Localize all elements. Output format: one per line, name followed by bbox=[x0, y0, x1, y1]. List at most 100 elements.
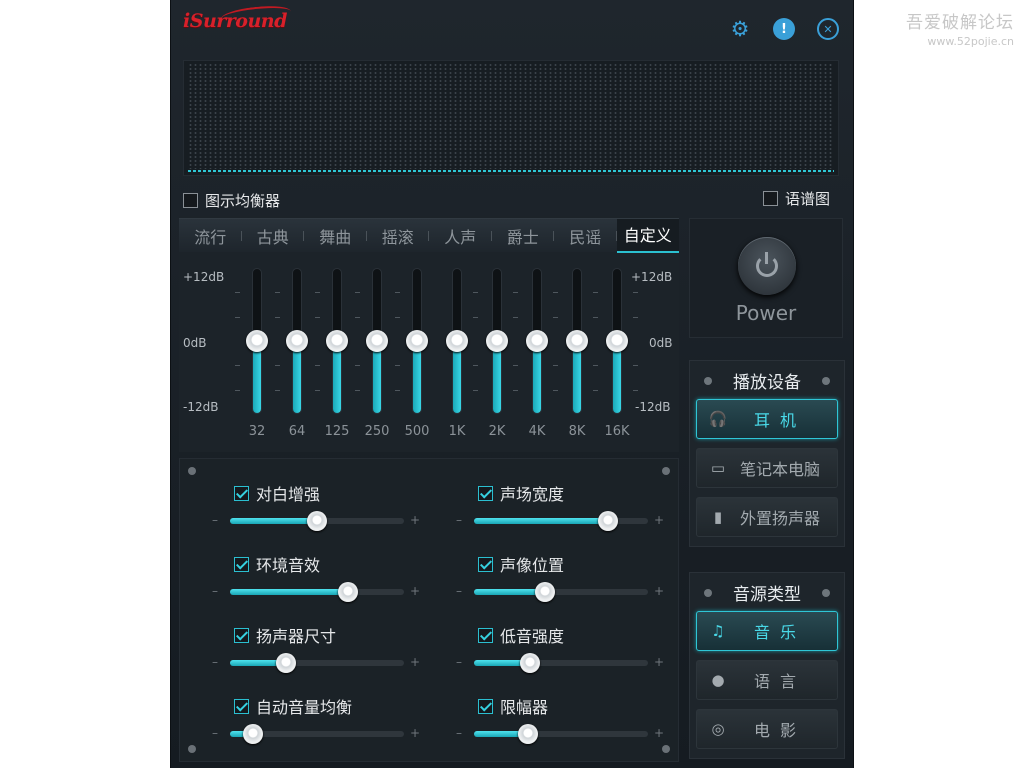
effect-slider-track[interactable] bbox=[474, 724, 648, 744]
db-max-left: +12dB bbox=[183, 270, 225, 284]
effect-slider-track[interactable] bbox=[230, 582, 404, 602]
eq-scale-tick bbox=[593, 292, 598, 294]
effect-slider[interactable]: – + bbox=[452, 724, 664, 744]
effect-slider-track[interactable] bbox=[474, 582, 648, 602]
spectrum-checkbox[interactable] bbox=[763, 191, 778, 206]
tab-preset[interactable]: 民谣 bbox=[554, 224, 617, 248]
eq-band-knob[interactable] bbox=[286, 330, 308, 352]
effect-label: 扬声器尺寸 bbox=[256, 627, 337, 646]
effect-slider-track[interactable] bbox=[474, 653, 648, 673]
effect-toggle[interactable]: 自动音量均衡 bbox=[234, 694, 352, 718]
effect-slider-track[interactable] bbox=[230, 724, 404, 744]
effect-checkbox[interactable] bbox=[478, 485, 493, 501]
source-type-option[interactable]: ◎ 电影 bbox=[696, 709, 838, 749]
effect-slider-knob[interactable] bbox=[242, 724, 263, 744]
eq-scale-tick bbox=[355, 316, 360, 318]
effect-toggle[interactable]: 声场宽度 bbox=[478, 481, 564, 505]
effect-checkbox[interactable] bbox=[478, 627, 493, 643]
effect-checkbox[interactable] bbox=[234, 627, 249, 643]
eq-scale-tick bbox=[513, 365, 518, 367]
eq-scale-tick bbox=[473, 316, 478, 318]
eq-band-slider[interactable]: 64 bbox=[275, 268, 309, 440]
effect-slider-knob[interactable] bbox=[307, 511, 327, 531]
effect-checkbox[interactable] bbox=[234, 485, 249, 501]
effect-slider-track[interactable] bbox=[474, 511, 648, 531]
tab-preset[interactable]: 摇滚 bbox=[367, 224, 430, 248]
effect-slider-fill bbox=[230, 518, 317, 524]
eq-scale-tick bbox=[473, 292, 478, 294]
effect-slider-knob[interactable] bbox=[338, 582, 359, 602]
tab-preset[interactable]: 古典 bbox=[242, 224, 305, 248]
effect-slider[interactable]: – + bbox=[452, 511, 664, 531]
eq-band-knob[interactable] bbox=[526, 330, 548, 352]
graphic-eq-label: 图示均衡器 bbox=[205, 192, 281, 210]
gear-icon[interactable]: ⚙ bbox=[729, 17, 751, 41]
effect-slider[interactable]: – + bbox=[208, 653, 421, 673]
effect-toggle[interactable]: 扬声器尺寸 bbox=[234, 623, 336, 647]
power-button[interactable] bbox=[738, 237, 796, 295]
effect-slider-track[interactable] bbox=[230, 653, 404, 673]
plus-sign: + bbox=[410, 655, 421, 669]
eq-band-knob[interactable] bbox=[326, 330, 348, 352]
eq-band-frequency: 2K bbox=[488, 424, 506, 439]
eq-band-knob[interactable] bbox=[366, 330, 388, 352]
playback-device-title: 播放设备 bbox=[690, 361, 844, 399]
effect-checkbox[interactable] bbox=[478, 698, 493, 714]
eq-band-slider[interactable]: 125 bbox=[315, 268, 349, 440]
effect-slider[interactable]: – + bbox=[208, 724, 420, 744]
effect-slider-knob[interactable] bbox=[519, 653, 540, 673]
playback-device-option[interactable]: 🎧 耳机 bbox=[696, 399, 838, 439]
tab-preset[interactable]: 流行 bbox=[179, 224, 242, 248]
tab-preset[interactable]: 人声 bbox=[429, 224, 492, 248]
playback-device-option[interactable]: ▮ 外置扬声器 bbox=[696, 497, 838, 537]
eq-scale-tick bbox=[553, 389, 558, 391]
info-icon[interactable]: ! bbox=[773, 18, 795, 40]
eq-band-knob[interactable] bbox=[486, 330, 508, 352]
effect-slider[interactable]: – + bbox=[208, 511, 420, 531]
effect-slider-knob[interactable] bbox=[275, 653, 296, 673]
effect-slider[interactable]: – + bbox=[452, 653, 664, 673]
tab-preset[interactable]: 舞曲 bbox=[304, 224, 367, 248]
eq-band-knob[interactable] bbox=[566, 330, 588, 352]
eq-band-knob[interactable] bbox=[406, 330, 428, 352]
source-type-option[interactable]: ● 语言 bbox=[696, 660, 838, 700]
eq-band-knob[interactable] bbox=[606, 330, 628, 352]
screw-icon bbox=[822, 589, 830, 597]
eq-band-knob[interactable] bbox=[246, 330, 268, 352]
eq-band-slider[interactable]: 16K bbox=[604, 268, 638, 440]
graphic-eq-toggle[interactable]: 图示均衡器 bbox=[183, 190, 280, 211]
tab-preset[interactable]: 爵士 bbox=[492, 224, 555, 248]
spectrum-toggle[interactable]: 语谱图 bbox=[763, 188, 830, 209]
eq-band-knob[interactable] bbox=[446, 330, 468, 352]
effect-checkbox[interactable] bbox=[234, 556, 249, 572]
effect-slider-knob[interactable] bbox=[597, 511, 618, 531]
effect-slider-track[interactable] bbox=[230, 511, 404, 531]
graphic-eq-checkbox[interactable] bbox=[183, 193, 198, 208]
minus-sign: – bbox=[212, 726, 218, 740]
eq-scale-tick bbox=[473, 389, 478, 391]
effect-slider-knob[interactable] bbox=[517, 724, 538, 744]
effect-slider[interactable]: – + bbox=[208, 582, 420, 602]
effect-slider[interactable]: – + bbox=[452, 582, 664, 602]
effect-toggle[interactable]: 对白增强 bbox=[234, 481, 320, 505]
effect-slider-knob[interactable] bbox=[535, 582, 556, 602]
effect-toggle[interactable]: 声像位置 bbox=[478, 552, 564, 576]
effect-toggle[interactable]: 环境音效 bbox=[234, 552, 320, 576]
eq-scale-tick bbox=[553, 365, 558, 367]
eq-band-slider[interactable]: 4K bbox=[525, 268, 558, 440]
tab-preset[interactable]: 自定义 bbox=[616, 218, 679, 253]
source-type-option[interactable]: ♫ 音乐 bbox=[696, 611, 838, 651]
effect-checkbox[interactable] bbox=[478, 556, 493, 572]
eq-band-slider[interactable]: 1K bbox=[445, 268, 478, 440]
eq-band-slider[interactable]: 250 bbox=[355, 268, 389, 440]
eq-band-slider[interactable]: 32 bbox=[235, 268, 269, 440]
eq-band-slider[interactable]: 500 bbox=[395, 268, 429, 440]
eq-band-slider[interactable]: 2K bbox=[485, 268, 518, 440]
playback-device-option[interactable]: ▭ 笔记本电脑 bbox=[696, 448, 838, 488]
effect-checkbox[interactable] bbox=[234, 698, 249, 714]
eq-band-slider[interactable]: 8K bbox=[565, 268, 598, 440]
close-icon[interactable]: ✕ bbox=[817, 18, 839, 40]
effect-toggle[interactable]: 低音强度 bbox=[478, 623, 564, 647]
effect-toggle[interactable]: 限幅器 bbox=[478, 694, 548, 718]
eq-scale-tick bbox=[355, 365, 360, 367]
